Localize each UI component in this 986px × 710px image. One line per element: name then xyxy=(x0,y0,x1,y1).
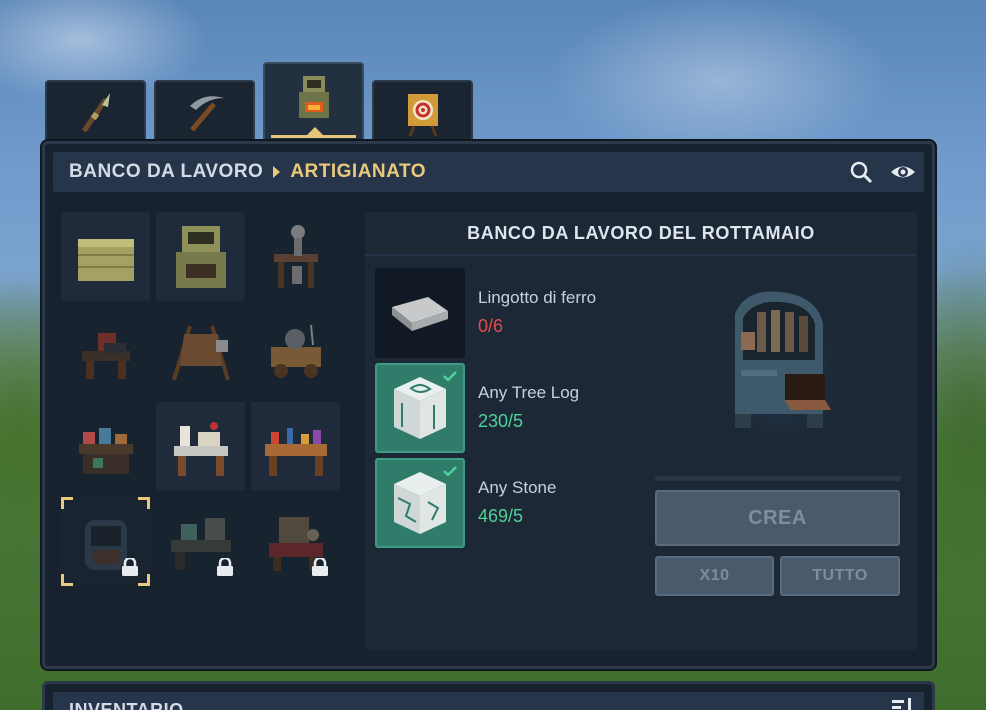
check-icon xyxy=(443,371,457,381)
panel-header: BANCO DA LAVORO ARTIGIANATO xyxy=(53,152,924,192)
progress-track xyxy=(655,476,901,481)
eye-icon[interactable] xyxy=(889,160,917,184)
alchemy-bench-icon xyxy=(78,427,133,474)
craft-x10-button[interactable]: X10 xyxy=(655,556,774,596)
selection-corner xyxy=(138,497,150,509)
tanning-rack-icon xyxy=(171,324,230,381)
ingredient-name: Lingotto di ferro xyxy=(478,288,597,307)
tab-decor[interactable] xyxy=(372,80,473,144)
recipe-slot-crate[interactable] xyxy=(61,212,150,301)
lock-icon xyxy=(122,558,138,576)
spear-icon xyxy=(81,93,110,133)
inventory-header: INVENTARIO xyxy=(53,692,924,710)
ingredient-count: 230/5 xyxy=(478,411,524,431)
anvil-icon xyxy=(81,332,130,379)
stone-icon xyxy=(394,472,446,534)
recipe-slot-scrap-bench[interactable] xyxy=(61,497,150,586)
ingredient-slot-iron-ingot[interactable] xyxy=(375,268,465,358)
recipe-slot-furnace[interactable] xyxy=(156,212,245,301)
selection-corner xyxy=(61,574,73,586)
ingredient-count: 0/6 xyxy=(478,316,504,336)
skeleton-bench-icon xyxy=(273,224,318,288)
tinker-bench-icon xyxy=(264,427,327,476)
inventory-title: INVENTARIO xyxy=(69,700,184,710)
recipe-detail: BANCO DA LAVORO DEL ROTTAMAIO Lingotto d… xyxy=(365,212,917,650)
recipe-slot-tailor-bench[interactable] xyxy=(156,402,245,491)
ingredient-slot-stone[interactable] xyxy=(375,458,465,548)
recipe-slot-skeleton-bench[interactable] xyxy=(251,212,340,301)
tab-tools[interactable] xyxy=(154,80,255,144)
furnace-icon xyxy=(175,225,226,288)
ingredient-count: 469/5 xyxy=(478,506,524,526)
breadcrumb-current: ARTIGIANATO xyxy=(290,161,427,182)
search-icon[interactable] xyxy=(849,160,875,184)
crafting-panel: BANCO DA LAVORO ARTIGIANATO BANCO DA LAV… xyxy=(42,141,935,669)
pickaxe-icon xyxy=(189,96,224,132)
sort-icon[interactable] xyxy=(892,698,914,710)
cart-icon xyxy=(270,324,321,378)
craft-all-button[interactable]: TUTTO xyxy=(780,556,900,596)
scrap-workbench-icon xyxy=(710,284,850,444)
tailor-bench-icon xyxy=(173,421,228,476)
ingredient-name: Any Stone xyxy=(478,478,557,497)
target-icon xyxy=(407,94,438,137)
inventory-panel: INVENTARIO xyxy=(42,681,935,710)
breadcrumb-parent[interactable]: BANCO DA LAVORO xyxy=(69,161,263,183)
recipe-slot-cart[interactable] xyxy=(251,307,340,396)
recipe-title: BANCO DA LAVORO DEL ROTTAMAIO xyxy=(365,212,917,256)
selection-corner xyxy=(61,497,73,509)
ingredient-name: Any Tree Log xyxy=(478,383,580,402)
lock-icon xyxy=(312,558,328,576)
recipe-slot-loom[interactable] xyxy=(251,497,340,586)
recipe-grid xyxy=(61,212,340,586)
tree-log-icon xyxy=(394,377,446,439)
iron-ingot-icon xyxy=(392,297,448,331)
check-icon xyxy=(443,466,457,476)
lock-icon xyxy=(217,558,233,576)
recipe-slot-anvil[interactable] xyxy=(61,307,150,396)
recipe-slot-tinker-bench[interactable] xyxy=(251,402,340,491)
craft-button[interactable]: CREA xyxy=(655,490,900,546)
ingredient-slot-tree-log[interactable] xyxy=(375,363,465,453)
tab-workbenches[interactable] xyxy=(263,62,364,144)
breadcrumb-caret-icon xyxy=(273,166,281,178)
recipe-slot-alchemy-bench[interactable] xyxy=(61,402,150,491)
recipe-slot-science-bench[interactable] xyxy=(156,497,245,586)
tab-weapons[interactable] xyxy=(45,80,146,144)
crate-icon xyxy=(77,238,134,281)
workbench-icon xyxy=(298,76,329,118)
recipe-slot-tanning-rack[interactable] xyxy=(156,307,245,396)
